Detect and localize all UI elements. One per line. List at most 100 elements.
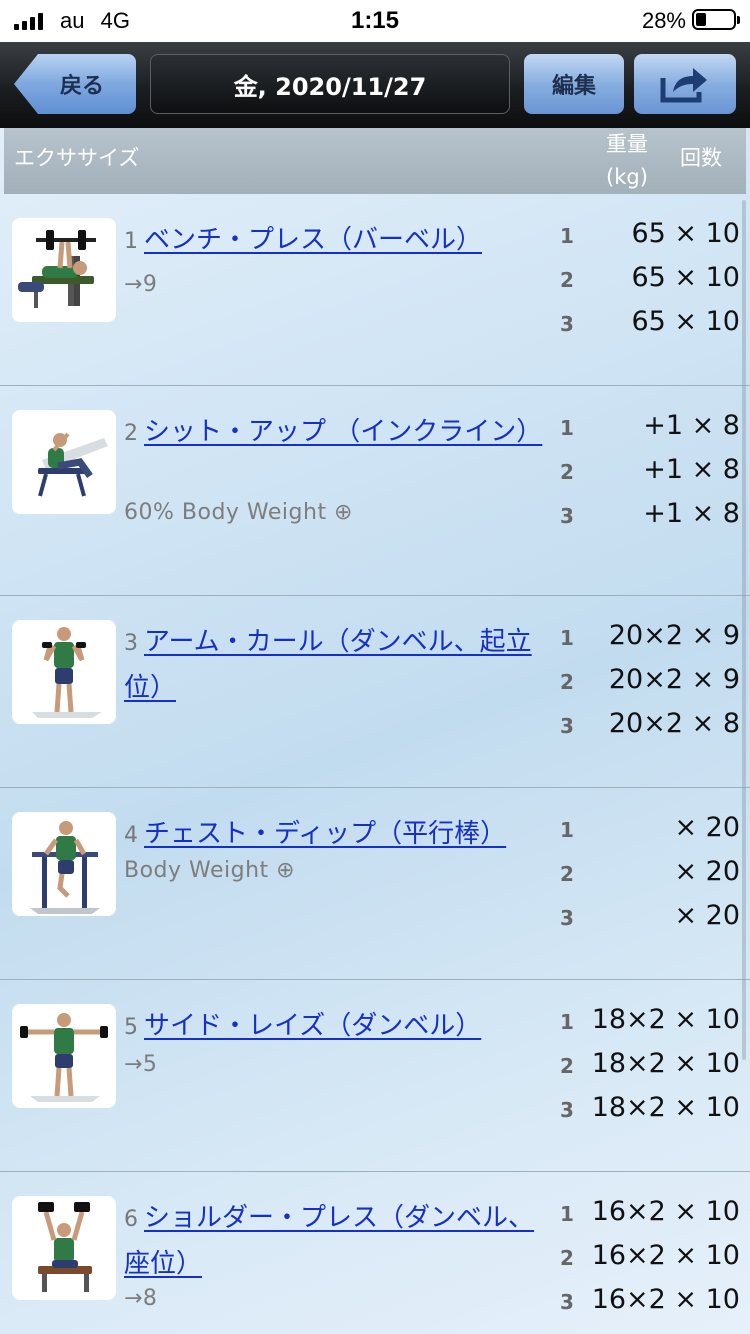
set-row[interactable]: 2 +1 × 8 xyxy=(558,450,742,494)
battery-icon xyxy=(692,9,740,30)
set-number: 3 xyxy=(560,312,574,336)
set-list: 1 65 × 10 2 65 × 10 3 65 × 10 xyxy=(558,214,742,346)
set-value: 16×2 × 10 xyxy=(591,1240,740,1271)
set-row[interactable]: 1 × 20 xyxy=(558,808,742,852)
exercise-name-link[interactable]: ベンチ・プレス（バーベル） xyxy=(144,225,482,255)
set-number: 2 xyxy=(560,1246,574,1270)
exercise-name-link[interactable]: ショルダー・プレス（ダンベル、座位） xyxy=(124,1203,534,1279)
set-row[interactable]: 1 65 × 10 xyxy=(558,214,742,258)
set-value: 18×2 × 10 xyxy=(591,1048,740,1079)
exercise-number: 2 xyxy=(124,421,138,446)
battery-level xyxy=(696,13,706,26)
set-row[interactable]: 1 18×2 × 10 xyxy=(558,1000,742,1044)
set-number: 1 xyxy=(560,224,574,248)
exercise-thumbnail[interactable] xyxy=(12,1004,116,1108)
set-value: 65 × 10 xyxy=(631,306,740,337)
set-number: 3 xyxy=(560,504,574,528)
battery-percent: 28% xyxy=(641,8,686,33)
set-row[interactable]: 3 × 20 xyxy=(558,896,742,940)
bench-press-illustration-icon xyxy=(18,230,96,308)
exercise-name-link[interactable]: アーム・カール（ダンベル、起立位） xyxy=(124,627,532,703)
set-number: 1 xyxy=(560,818,574,842)
exercise-thumbnail[interactable] xyxy=(12,218,116,322)
set-number: 3 xyxy=(560,714,574,738)
status-bar: au 4G 1:15 28% xyxy=(0,0,750,42)
exercise-note[interactable]: Body Weight ⊕ xyxy=(124,858,295,883)
set-number: 1 xyxy=(560,416,574,440)
set-value: 65 × 10 xyxy=(631,262,740,293)
exercise-thumbnail[interactable] xyxy=(12,1196,116,1300)
exercise-title: 6 ショルダー・プレス（ダンベル、座位） xyxy=(124,1196,550,1286)
exercise-row[interactable]: 4 チェスト・ディップ（平行棒） Body Weight ⊕ 1 × 20 2 × 2… xyxy=(0,788,750,980)
exercise-title: 3 アーム・カール（ダンベル、起立位） xyxy=(124,620,550,710)
set-value: 16×2 × 10 xyxy=(591,1196,740,1227)
set-row[interactable]: 3 +1 × 8 xyxy=(558,494,742,538)
set-number: 2 xyxy=(560,670,574,694)
exercise-number: 4 xyxy=(124,823,138,848)
set-row[interactable]: 2 × 20 xyxy=(558,852,742,896)
set-number: 1 xyxy=(560,626,574,650)
exercise-name-link[interactable]: チェスト・ディップ（平行棒） xyxy=(144,819,506,849)
chest-dip-illustration-icon xyxy=(30,821,100,914)
set-row[interactable]: 3 20×2 × 8 xyxy=(558,704,742,748)
exercise-name-link[interactable]: サイド・レイズ（ダンベル） xyxy=(144,1011,481,1041)
back-button[interactable]: 戻る xyxy=(14,54,136,114)
share-button[interactable] xyxy=(634,54,736,114)
exercise-thumbnail[interactable] xyxy=(12,620,116,724)
arm-curl-illustration-icon xyxy=(32,627,102,718)
set-row[interactable]: 1 20×2 × 9 xyxy=(558,616,742,660)
set-list: 1 16×2 × 10 2 16×2 × 10 3 16×2 × 10 xyxy=(558,1192,742,1324)
header-reps: 回数 xyxy=(680,146,722,170)
sit-up-illustration-icon xyxy=(38,432,108,497)
column-header: エクササイズ 重量 (kg) 回数 xyxy=(4,128,746,194)
exercise-title: 1 ベンチ・プレス（バーベル） xyxy=(124,218,550,264)
set-number: 1 xyxy=(560,1010,574,1034)
exercise-note[interactable]: 60% Body Weight ⊕ xyxy=(124,500,353,525)
shoulder-press-illustration-icon xyxy=(38,1202,92,1292)
header-exercise: エクササイズ xyxy=(14,146,140,170)
exercise-note: →5 xyxy=(124,1052,158,1077)
set-number: 3 xyxy=(560,1290,574,1314)
set-row[interactable]: 2 65 × 10 xyxy=(558,258,742,302)
exercise-row[interactable]: 6 ショルダー・プレス（ダンベル、座位） →8 1 16×2 × 10 2 16×2 … xyxy=(0,1172,750,1334)
exercise-note: →8 xyxy=(124,1286,158,1311)
exercise-number: 1 xyxy=(124,229,138,254)
exercise-list: 1 ベンチ・プレス（バーベル） →9 1 65 × 10 2 65 × 10 3 65 … xyxy=(0,194,750,1334)
set-row[interactable]: 2 18×2 × 10 xyxy=(558,1044,742,1088)
exercise-thumbnail[interactable] xyxy=(12,812,116,916)
exercise-number: 5 xyxy=(124,1015,138,1040)
set-value: 20×2 × 9 xyxy=(608,664,740,695)
exercise-number: 6 xyxy=(124,1207,138,1232)
set-number: 2 xyxy=(560,1054,574,1078)
exercise-row[interactable]: 3 アーム・カール（ダンベル、起立位） 1 20×2 × 9 2 20×2 × 9 3… xyxy=(0,596,750,788)
share-icon xyxy=(660,68,707,103)
set-row[interactable]: 3 65 × 10 xyxy=(558,302,742,346)
set-row[interactable]: 2 16×2 × 10 xyxy=(558,1236,742,1280)
set-number: 3 xyxy=(560,906,574,930)
set-row[interactable]: 1 16×2 × 10 xyxy=(558,1192,742,1236)
exercise-thumbnail[interactable] xyxy=(12,410,116,514)
exercise-row[interactable]: 1 ベンチ・プレス（バーベル） →9 1 65 × 10 2 65 × 10 3 65 … xyxy=(0,194,750,386)
scrollbar[interactable] xyxy=(742,200,746,1060)
date-title[interactable]: 金, 2020/11/27 xyxy=(150,54,510,114)
set-value: 20×2 × 9 xyxy=(608,620,740,651)
exercise-row[interactable]: 2 シット・アップ （インクライン） 60% Body Weight ⊕ 1 +1 … xyxy=(0,386,750,596)
side-raise-illustration-icon xyxy=(20,1013,108,1102)
exercise-name-link[interactable]: シット・アップ （インクライン） xyxy=(144,417,542,447)
set-number: 3 xyxy=(560,1098,574,1122)
set-row[interactable]: 2 20×2 × 9 xyxy=(558,660,742,704)
set-row[interactable]: 3 16×2 × 10 xyxy=(558,1280,742,1324)
exercise-number: 3 xyxy=(124,631,138,656)
set-row[interactable]: 3 18×2 × 10 xyxy=(558,1088,742,1132)
set-value: +1 × 8 xyxy=(643,498,740,529)
exercise-row[interactable]: 5 サイド・レイズ（ダンベル） →5 1 18×2 × 10 2 18×2 × 10 … xyxy=(0,980,750,1172)
set-row[interactable]: 1 +1 × 8 xyxy=(558,406,742,450)
status-time: 1:15 xyxy=(350,7,400,34)
set-value: 65 × 10 xyxy=(631,218,740,249)
navigation-bar: 戻る 金, 2020/11/27 編集 xyxy=(0,42,750,128)
set-list: 1 20×2 × 9 2 20×2 × 9 3 20×2 × 8 xyxy=(558,616,742,748)
header-weight-label: 重量 xyxy=(606,132,648,156)
set-list: 1 × 20 2 × 20 3 × 20 xyxy=(558,808,742,940)
set-value: 18×2 × 10 xyxy=(591,1004,740,1035)
edit-button[interactable]: 編集 xyxy=(524,54,624,114)
